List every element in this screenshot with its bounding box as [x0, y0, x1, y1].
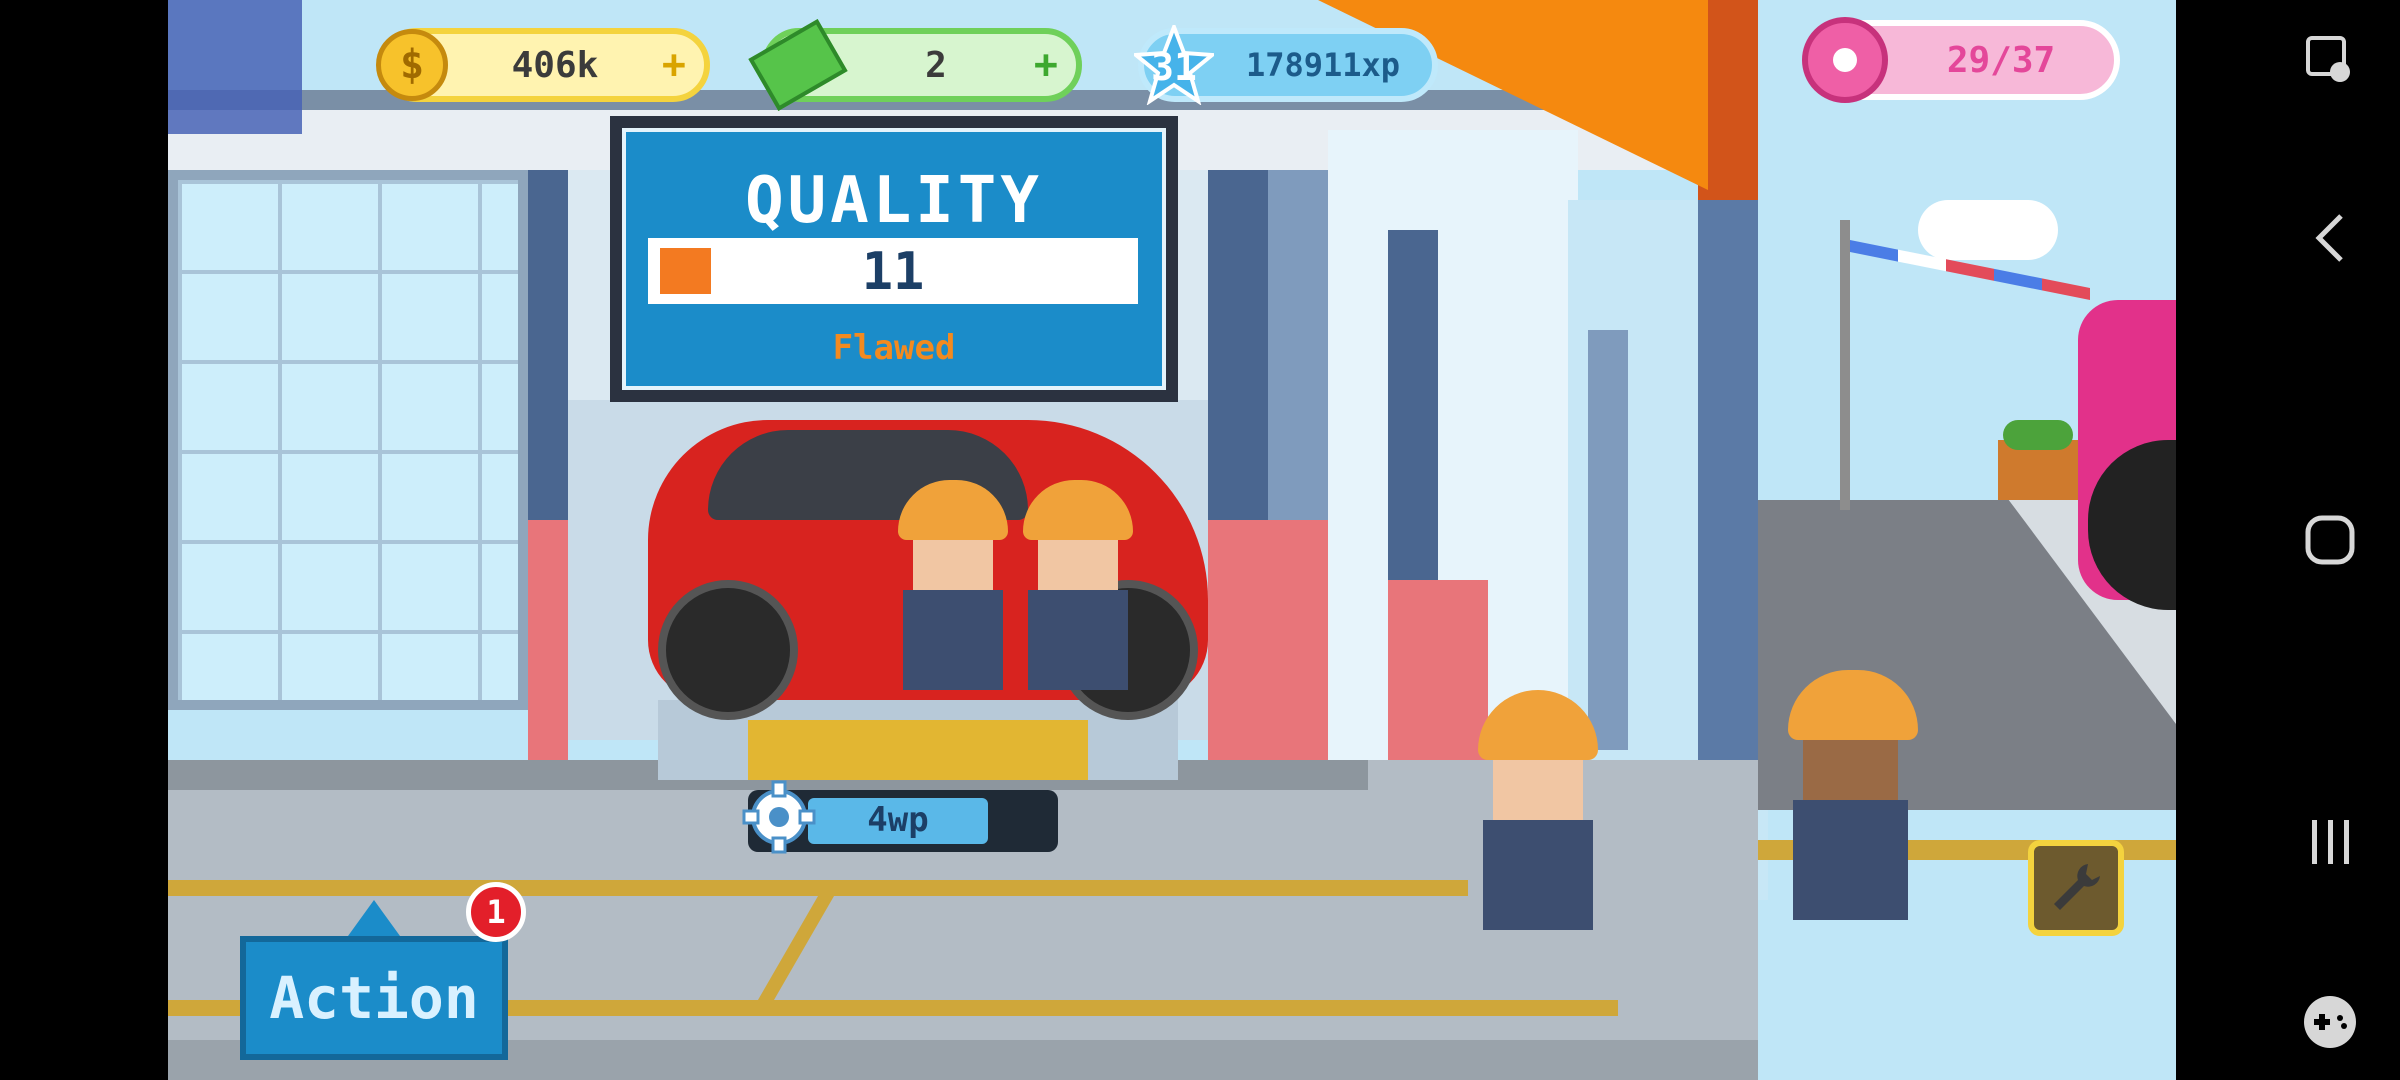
screen-record-icon[interactable]	[2280, 10, 2380, 110]
worker-body	[1793, 800, 1908, 920]
action-button-label: Action	[269, 964, 479, 1032]
badge-count: 1	[486, 893, 506, 931]
game-viewport[interactable]: QUALITY 11 Flawed 4wp $ 406k + 2 + 31 17…	[168, 0, 2176, 1080]
star-level-icon: 31	[1130, 21, 1218, 106]
pillar-mid-light-base	[1268, 520, 1328, 780]
gear-icon	[742, 780, 816, 854]
worker-face	[1493, 760, 1583, 820]
quality-panel: QUALITY 11 Flawed	[610, 116, 1178, 402]
worker-body	[1028, 590, 1128, 690]
dollar-coin-icon: $	[376, 29, 448, 101]
worker-body	[903, 590, 1003, 690]
cash-counter[interactable]: 2 +	[748, 19, 1082, 111]
add-cash-button[interactable]: +	[1034, 42, 1058, 88]
mechanic-worker-1[interactable]	[898, 480, 1008, 690]
coins-value: 406k	[511, 44, 599, 86]
quality-bar: 11	[648, 238, 1138, 304]
worker-face	[913, 540, 993, 590]
quality-title: QUALITY	[745, 164, 1043, 238]
donut-value: 29/37	[1946, 39, 2056, 81]
wrench-button[interactable]	[2028, 840, 2124, 936]
quality-panel-inner: QUALITY 11 Flawed	[622, 128, 1166, 390]
add-coins-button[interactable]: +	[662, 42, 686, 88]
car-lift-platform	[748, 720, 1088, 780]
quality-rating: Flawed	[832, 328, 956, 368]
donut-icon	[1802, 17, 1888, 103]
work-points-label: 4wp	[867, 800, 929, 840]
flag-pole	[1840, 220, 1850, 510]
donut-hole	[1833, 48, 1857, 72]
back-icon[interactable]	[2280, 188, 2380, 288]
worker-body	[1483, 820, 1593, 930]
action-button[interactable]: Action	[240, 936, 508, 1060]
hard-hat	[1788, 670, 1918, 740]
car-wheel-front	[658, 580, 798, 720]
xp-value: 178911xp	[1245, 46, 1401, 84]
donut-counter[interactable]: 29/37	[1802, 17, 2120, 103]
garage-window-left	[168, 170, 528, 710]
cash-value: 2	[925, 44, 947, 86]
pillar-mid-base	[1208, 520, 1268, 760]
action-arrow-up-icon	[348, 900, 400, 936]
hard-hat	[1478, 690, 1598, 760]
gamepad-icon[interactable]	[2280, 972, 2380, 1072]
worker-face	[1038, 540, 1118, 590]
mechanic-worker-4[interactable]	[1788, 670, 1918, 920]
hard-hat	[1023, 480, 1133, 540]
worker-face	[1803, 740, 1898, 800]
recents-icon[interactable]	[2280, 792, 2380, 892]
xp-counter[interactable]: 31 178911xp	[1130, 21, 1438, 106]
mechanic-worker-2[interactable]	[1023, 480, 1133, 690]
player-level: 31	[1151, 45, 1197, 89]
coins-counter[interactable]: $ 406k +	[376, 28, 710, 102]
hard-hat	[898, 480, 1008, 540]
home-icon[interactable]	[2280, 490, 2380, 590]
cloud	[1918, 200, 2058, 260]
pillar-left-base	[528, 520, 568, 760]
quality-value: 11	[861, 242, 925, 302]
mechanic-worker-3[interactable]	[1478, 690, 1598, 930]
notification-badge: 1	[466, 882, 526, 942]
side-pillar-b	[1588, 330, 1628, 750]
planter-bush	[2003, 420, 2073, 450]
wrench-icon	[2054, 864, 2100, 910]
